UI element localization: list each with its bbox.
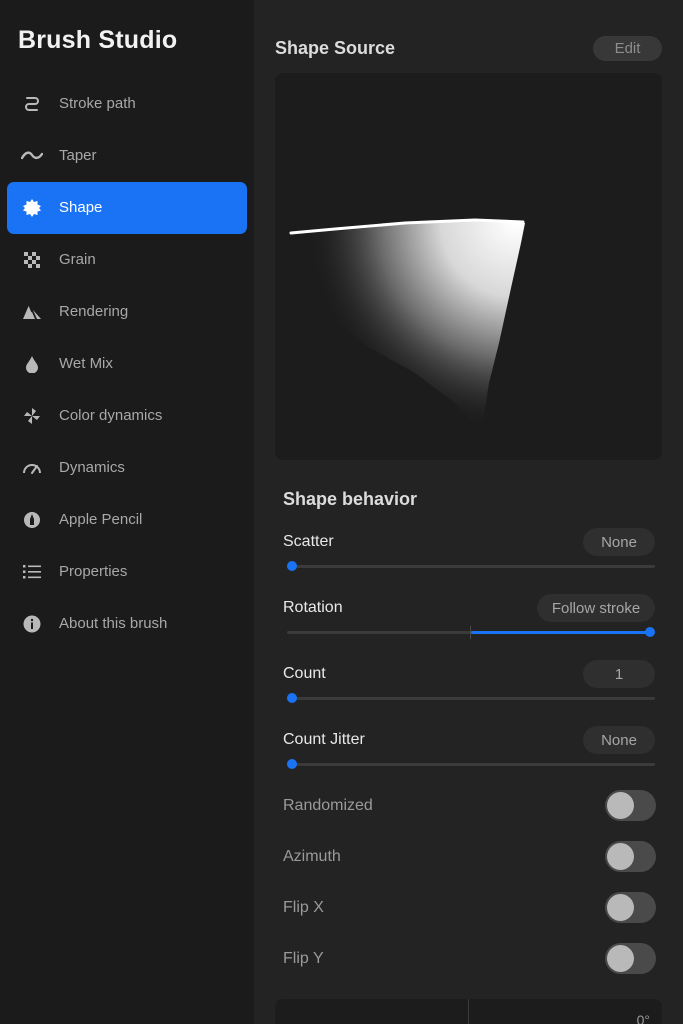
toggle-knob [607,894,634,921]
sidebar-nav: Stroke path Taper Shape Grain Rendering … [7,78,247,650]
shape-preview[interactable] [275,73,662,460]
sidebar: Brush Studio Stroke path Taper Shape Gra… [0,0,254,1024]
flip-y-label: Flip Y [283,950,324,967]
count-jitter-slider-knob[interactable] [287,759,297,769]
sidebar-item-label: Stroke path [59,95,136,112]
dial-value: 0° [636,1012,650,1024]
wet-mix-icon [21,354,43,374]
sidebar-item-about-this-brush[interactable]: About this brush [7,598,247,650]
sidebar-item-label: About this brush [59,615,168,632]
app-title: Brush Studio [18,26,178,54]
scatter-label: Scatter [283,533,334,550]
taper-icon [21,146,43,166]
rotation-slider-fill [471,631,650,634]
rotation-slider-knob[interactable] [645,627,655,637]
shape-icon [21,198,43,218]
main-panel: Shape Source Edit Shape behavior Scatter… [254,0,683,1024]
toggle-knob [607,843,634,870]
info-icon [21,614,43,634]
sidebar-item-rendering[interactable]: Rendering [7,286,247,338]
sidebar-item-label: Apple Pencil [59,511,143,528]
toggle-knob [607,792,634,819]
sidebar-item-properties[interactable]: Properties [7,546,247,598]
sidebar-item-label: Shape [59,199,103,216]
brush-studio-app: Brush Studio Stroke path Taper Shape Gra… [0,0,683,1024]
dial-divider [468,999,469,1024]
properties-icon [21,562,43,582]
edit-button[interactable]: Edit [593,36,662,61]
count-value: 1 [583,660,655,688]
sidebar-item-apple-pencil[interactable]: Apple Pencil [7,494,247,546]
sidebar-item-label: Color dynamics [59,407,163,424]
count-label: Count [283,665,326,682]
sidebar-item-label: Wet Mix [59,355,113,372]
stroke-path-icon [21,94,43,114]
shape-source-title: Shape Source [275,38,396,58]
sidebar-item-taper[interactable]: Taper [7,130,247,182]
sidebar-item-color-dynamics[interactable]: Color dynamics [7,390,247,442]
rotation-slider[interactable] [287,626,655,639]
sidebar-item-grain[interactable]: Grain [7,234,247,286]
sidebar-item-label: Properties [59,563,128,580]
sidebar-item-label: Dynamics [59,459,125,476]
randomized-label: Randomized [283,797,373,814]
count-slider-knob[interactable] [287,693,297,703]
rotation-value: Follow stroke [537,594,655,622]
randomized-toggle[interactable] [605,790,656,821]
sidebar-item-dynamics[interactable]: Dynamics [7,442,247,494]
rotation-label: Rotation [283,599,343,616]
sidebar-item-shape[interactable]: Shape [7,182,247,234]
flip-y-toggle[interactable] [605,943,656,974]
rotation-dial-panel[interactable]: 0° [275,999,662,1024]
azimuth-toggle[interactable] [605,841,656,872]
toggle-knob [607,945,634,972]
count-jitter-label: Count Jitter [283,731,365,748]
scatter-slider[interactable] [287,561,655,571]
scatter-slider-knob[interactable] [287,561,297,571]
dynamics-icon [21,458,43,478]
sidebar-item-label: Rendering [59,303,129,320]
sidebar-item-wet-mix[interactable]: Wet Mix [7,338,247,390]
shape-image [285,218,525,433]
color-dynamics-icon [21,406,43,426]
azimuth-label: Azimuth [283,848,341,865]
grain-icon [21,250,43,270]
count-jitter-slider[interactable] [287,759,655,769]
shape-behavior-title: Shape behavior [283,489,418,509]
sidebar-item-stroke-path[interactable]: Stroke path [7,78,247,130]
count-slider[interactable] [287,693,655,703]
flip-x-label: Flip X [283,899,324,916]
scatter-value: None [583,528,655,556]
count-jitter-value: None [583,726,655,754]
sidebar-item-label: Taper [59,147,97,164]
rendering-icon [21,302,43,322]
flip-x-toggle[interactable] [605,892,656,923]
apple-pencil-icon [21,510,43,530]
sidebar-item-label: Grain [59,251,96,268]
